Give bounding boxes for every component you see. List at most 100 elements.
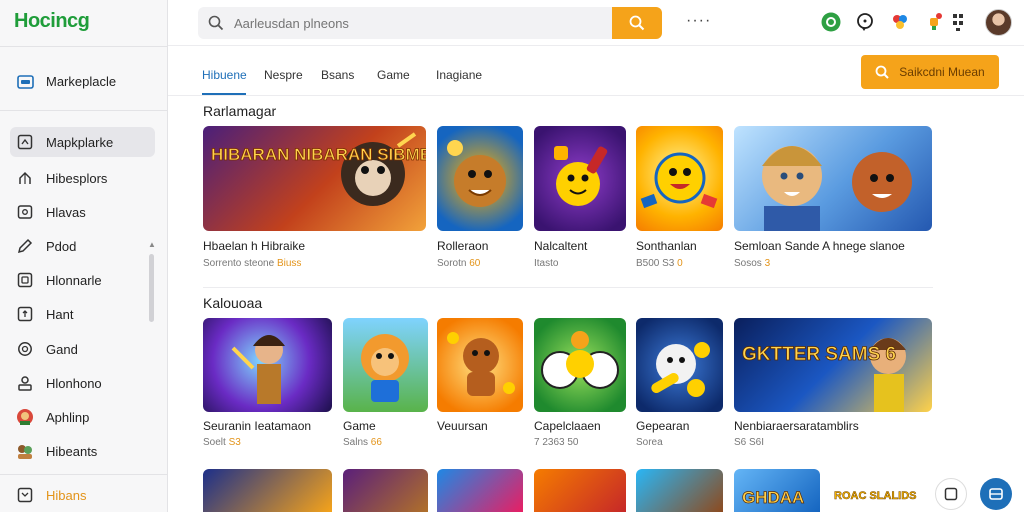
tab-home[interactable]: Hibuene	[202, 68, 247, 82]
card-meta: Sosos 3	[734, 258, 771, 269]
section-title: Rarlamagar	[203, 103, 277, 119]
search-input[interactable]	[234, 15, 604, 31]
game-card-image[interactable]	[343, 318, 428, 412]
sidebar-scrollbar[interactable]	[149, 254, 154, 322]
sidebar-item-label: Hlonhono	[46, 375, 102, 391]
card-title[interactable]: Game	[343, 419, 376, 433]
card-title[interactable]: Capelclaaen	[534, 419, 601, 433]
card-art-text: HIBARAN NIBARAN SIBMES	[211, 145, 426, 164]
card-title[interactable]: Semloan Sande A hnege slanoe	[734, 239, 905, 253]
chat-icon[interactable]	[854, 11, 876, 33]
card-meta: Itasto	[534, 258, 559, 269]
game-card-image[interactable]: GKTTER SAMS 6	[734, 318, 932, 412]
tab-bsans[interactable]: Bsans	[321, 68, 354, 82]
search-button[interactable]	[612, 7, 662, 39]
sidebar-item-hunt[interactable]: Hant	[10, 299, 155, 329]
card-title[interactable]: Rolleraon	[437, 239, 488, 253]
card-title[interactable]: Hbaelan h Hibraike	[203, 239, 305, 253]
sidebar-divider	[0, 110, 168, 111]
square-icon[interactable]	[935, 478, 967, 510]
card-title[interactable]: Nalcaltent	[534, 239, 587, 253]
card-meta: Soelt S3	[203, 437, 241, 448]
game-card-image[interactable]	[636, 469, 723, 512]
grid-icon	[16, 133, 34, 151]
sidebar-item-grand[interactable]: Gand	[10, 334, 155, 364]
app-logo[interactable]: Hocincg	[14, 10, 90, 33]
sidebar-item-profile[interactable]: Hlonhono	[10, 368, 155, 398]
gift-icon	[16, 169, 34, 187]
search-bar	[198, 7, 662, 39]
trophy-icon[interactable]	[923, 11, 945, 33]
tab-inagiane[interactable]: Inagiane	[436, 68, 482, 82]
card-title[interactable]: Seuranin Ieatamaon	[203, 419, 311, 433]
sidebar-item-label: Mapkplarke	[46, 134, 114, 150]
game-card-image[interactable]	[437, 469, 523, 512]
game-card-image[interactable]: ROAC SLALIDS	[830, 469, 930, 512]
game-card-image[interactable]	[534, 126, 626, 231]
search-icon	[208, 15, 224, 31]
game-card-image[interactable]	[437, 318, 523, 412]
sidebar-item-label: Aphlinp	[46, 409, 90, 425]
card-title[interactable]: Veuursan	[437, 419, 488, 433]
gamepad-icon[interactable]	[820, 11, 842, 33]
scroll-up-icon[interactable]: ▲	[148, 240, 156, 249]
card-title[interactable]: Gepearan	[636, 419, 689, 433]
sidebar-item-label: Pdod	[46, 238, 77, 254]
sidebar-item-edit[interactable]: Pdod	[10, 231, 155, 261]
avatar-group-icon	[16, 442, 34, 460]
card-title[interactable]: Nenbiaraersaratamblirs	[734, 419, 859, 433]
game-card-image[interactable]	[534, 469, 626, 512]
sidebar-item-marketplace-top[interactable]: Markeplacle	[10, 66, 155, 96]
sidebar-item-hibans[interactable]: Hibans	[10, 480, 155, 510]
user-avatar[interactable]	[985, 9, 1012, 36]
sidebar-item-label: Hibeants	[46, 443, 98, 459]
sidebar-item-gifts[interactable]: Hibesplors	[10, 163, 155, 193]
section-title: Kalouoaa	[203, 295, 263, 311]
search-icon	[629, 15, 645, 31]
card-meta: Sorrento steone Biuss	[203, 258, 302, 269]
card-art-text: ROAC SLALIDS	[834, 490, 917, 502]
game-card-image[interactable]	[203, 318, 332, 412]
game-card-image[interactable]: GHDAA	[734, 469, 820, 512]
game-card-image[interactable]	[636, 318, 723, 412]
card-art-text: GKTTER SAMS 6	[742, 344, 896, 365]
tabs-divider	[168, 95, 1024, 96]
sidebar-item-label: Hlavas	[46, 204, 86, 220]
card-meta: S6 S6I	[734, 437, 765, 448]
sidebar-item-aphlinp[interactable]: Aphlinp	[10, 402, 155, 432]
top-bar: ····	[168, 0, 1024, 46]
arrow-box-icon	[16, 305, 34, 323]
cta-button[interactable]: Saikcdni Muean	[861, 55, 999, 89]
sidebar: Hocincg Markeplacle Mapkplarke Hibesplor…	[0, 0, 168, 512]
sidebar-item-frames[interactable]: Hlonnarle	[10, 265, 155, 295]
sidebar-item-images[interactable]: Hlavas	[10, 197, 155, 227]
apps-icon[interactable]	[947, 11, 969, 33]
sidebar-item-label: Hant	[46, 306, 74, 322]
pencil-icon	[16, 237, 34, 255]
frame-icon	[16, 271, 34, 289]
store-icon	[16, 72, 34, 90]
game-card-image[interactable]	[534, 318, 626, 412]
game-card-image[interactable]	[636, 126, 723, 231]
person-icon	[16, 374, 34, 392]
sidebar-item-label: Hlonnarle	[46, 272, 102, 288]
palette-icon[interactable]	[889, 11, 911, 33]
game-card-image[interactable]	[734, 126, 932, 231]
sidebar-item-hiberants[interactable]: Hibeants	[10, 436, 155, 466]
card-meta: Sorotn 60	[437, 258, 481, 269]
image-icon	[16, 203, 34, 221]
game-card-image[interactable]	[437, 126, 523, 231]
tab-game[interactable]: Game	[377, 68, 410, 82]
game-card-image[interactable]	[343, 469, 428, 512]
card-title[interactable]: Sonthanlan	[636, 239, 697, 253]
search-icon	[875, 65, 890, 79]
more-menu[interactable]: ····	[686, 12, 711, 30]
sidebar-item-marketplace[interactable]: Mapkplarke	[10, 127, 155, 157]
avatar-icon	[16, 408, 34, 426]
inbox-icon[interactable]	[980, 478, 1012, 510]
card-meta: 7 2363 50	[534, 437, 579, 448]
game-card-image[interactable]: HIBARAN NIBARAN SIBMES	[203, 126, 426, 231]
tab-nespre[interactable]: Nespre	[264, 68, 303, 82]
game-card-image[interactable]	[203, 469, 332, 512]
sidebar-item-label: Hibans	[46, 487, 87, 503]
